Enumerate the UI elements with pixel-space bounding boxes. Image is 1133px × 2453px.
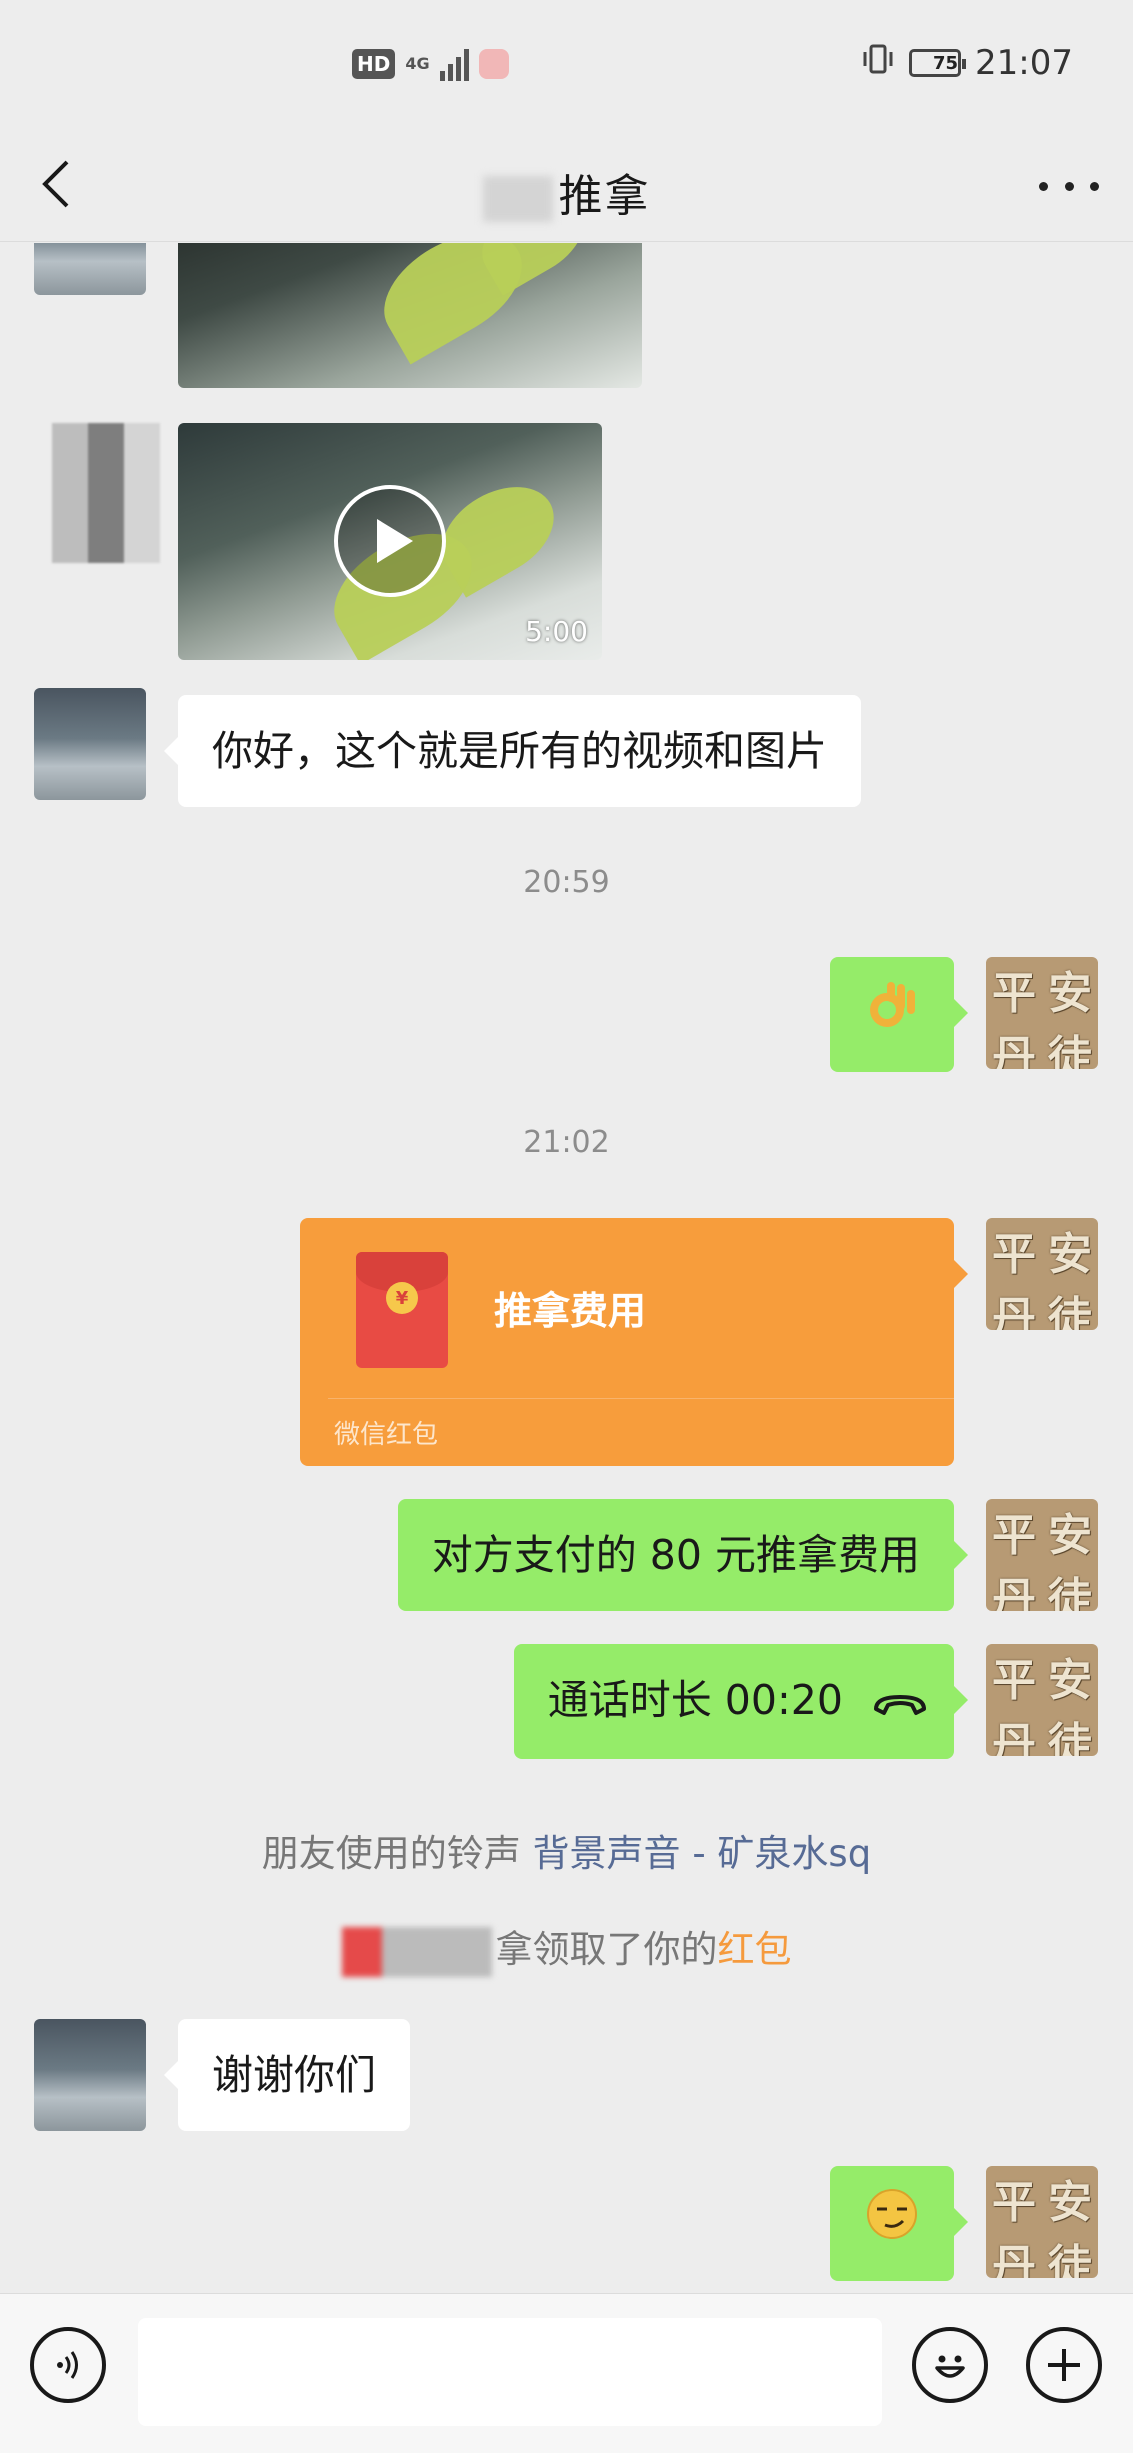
my-avatar[interactable]: 平安丹徒 xyxy=(986,1644,1098,1756)
ringtone-link[interactable]: 背景声音 - 矿泉水sq xyxy=(533,1832,872,1875)
received-text: 拿领取了你的 xyxy=(495,1928,718,1971)
play-icon[interactable] xyxy=(334,485,446,597)
smirk-emoji xyxy=(865,2169,919,2281)
phone-hangup-icon xyxy=(872,1647,928,1759)
red-packet-title: 推拿费用 xyxy=(494,1289,647,1333)
red-packet-icon: ¥ xyxy=(356,1252,448,1368)
divider xyxy=(328,1398,954,1399)
my-avatar[interactable]: 平安丹徒 xyxy=(986,1499,1098,1611)
redacted-name xyxy=(341,1926,492,1977)
chat-area[interactable]: 5:00 你好，这个就是所有的视频和图片 20:59 平安丹徒 21:02 ¥ … xyxy=(0,243,1133,2293)
emoji-icon[interactable] xyxy=(912,2327,988,2403)
status-bar: HD 4G 75 21:07 xyxy=(0,0,1133,130)
incoming-text-bubble[interactable]: 你好，这个就是所有的视频和图片 xyxy=(164,695,861,807)
outgoing-text-bubble[interactable]: 对方支付的 80 元推拿费用 xyxy=(397,1499,969,1611)
video-message[interactable]: 5:00 xyxy=(178,423,602,660)
red-packet-link[interactable]: 红包 xyxy=(718,1928,792,1971)
network-label: 4G xyxy=(405,54,430,73)
chat-title: 推拿 xyxy=(0,160,1133,224)
signal-icon xyxy=(439,47,469,81)
my-avatar[interactable]: 平安丹徒 xyxy=(986,957,1098,1069)
contact-avatar[interactable] xyxy=(34,2019,146,2131)
status-time: 21:07 xyxy=(975,43,1073,83)
red-packet-received-notice: 拿领取了你的红包 xyxy=(0,1919,1133,1977)
input-bar xyxy=(0,2293,1133,2453)
call-record-bubble[interactable]: 通话时长 00:20 xyxy=(513,1644,969,1759)
red-packet-message[interactable]: ¥ 推拿费用 微信红包 xyxy=(300,1218,968,1466)
time-divider: 21:02 xyxy=(523,1125,610,1160)
ringtone-prefix: 朋友使用的铃声 xyxy=(261,1832,521,1875)
vibrate-icon xyxy=(861,42,895,84)
hd-badge: HD xyxy=(352,49,396,79)
chat-title-text: 推拿 xyxy=(558,171,651,222)
ringtone-notice: 朋友使用的铃声 背景声音 - 矿泉水sq xyxy=(0,1823,1133,1877)
ok-hand-emoji xyxy=(867,960,917,1072)
status-right: 75 21:07 xyxy=(861,40,1073,86)
my-avatar[interactable]: 平安丹徒 xyxy=(986,2166,1098,2278)
my-avatar[interactable]: 平安丹徒 xyxy=(986,1218,1098,1330)
notification-icon xyxy=(478,49,509,79)
nav-bar: 推拿 xyxy=(0,130,1133,242)
more-icon[interactable] xyxy=(1039,166,1099,206)
plus-icon[interactable] xyxy=(1026,2327,1102,2403)
contact-avatar[interactable] xyxy=(52,423,160,563)
outgoing-emoji-bubble[interactable] xyxy=(830,957,968,1072)
red-packet-label: 微信红包 xyxy=(334,1420,439,1450)
incoming-text-bubble[interactable]: 谢谢你们 xyxy=(164,2019,410,2131)
contact-avatar[interactable] xyxy=(34,243,146,295)
outgoing-emoji-bubble[interactable] xyxy=(830,2166,968,2281)
battery-icon: 75 xyxy=(909,49,967,77)
status-left: HD 4G xyxy=(352,44,509,84)
battery-level: 75 xyxy=(932,52,959,74)
time-divider: 20:59 xyxy=(523,865,610,900)
video-message[interactable] xyxy=(178,243,642,388)
call-duration-text: 通话时长 00:20 xyxy=(547,1676,843,1724)
title-redacted xyxy=(482,176,553,222)
voice-icon[interactable] xyxy=(30,2327,106,2403)
message-input[interactable] xyxy=(138,2318,882,2426)
contact-avatar[interactable] xyxy=(34,688,146,800)
video-duration: 5:00 xyxy=(525,615,588,648)
